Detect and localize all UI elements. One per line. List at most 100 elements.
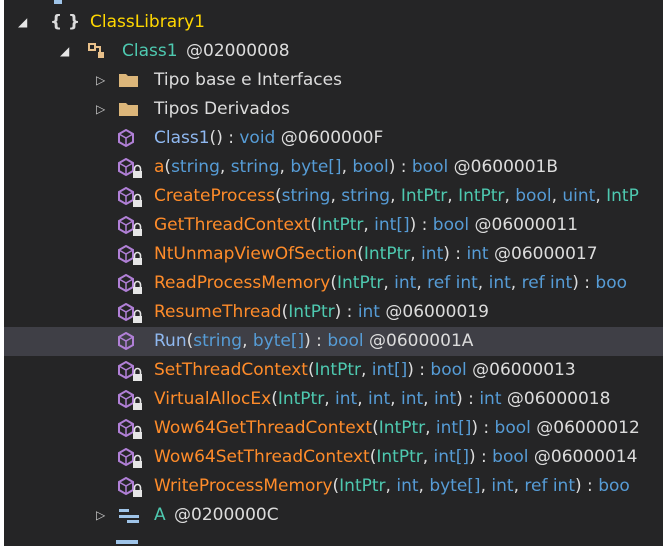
param-separator: ,	[595, 186, 607, 206]
param-separator: ,	[219, 157, 231, 177]
method-signature: ReadProcessMemory(IntPtr, int, ref int, …	[154, 269, 627, 298]
method-token: @0600001A	[363, 331, 474, 351]
paren-open: (	[357, 244, 364, 264]
paren-open: (	[372, 418, 379, 438]
tree-row-method[interactable]: Wow64GetThreadContext(IntPtr, int[]) : b…	[4, 414, 663, 443]
tree-row-method[interactable]: ResumeThread(IntPtr) : int @06000019	[4, 298, 663, 327]
paren-close: )	[443, 244, 450, 264]
param-type: IntPtr	[277, 389, 325, 409]
namespace-braces-icon: { }	[50, 12, 81, 32]
method-signature: NtUnmapViewOfSection(IntPtr, int) : int …	[154, 240, 598, 269]
private-method-icon	[118, 211, 142, 240]
tree-row-method[interactable]: Run(string, byte[]) : bool @0600001A	[4, 327, 663, 356]
tree-row-namespace[interactable]: ◢ { } ClassLibrary1	[4, 8, 663, 37]
return-type: int	[479, 389, 502, 409]
param-separator: ,	[324, 389, 336, 409]
tree-row-method[interactable]: CreateProcess(string, string, IntPtr, In…	[4, 182, 663, 211]
method-signature: GetThreadContext(IntPtr, int[]) : bool @…	[154, 211, 578, 240]
tree-row-method[interactable]: NtUnmapViewOfSection(IntPtr, int) : int …	[4, 240, 663, 269]
param-type: int[]	[371, 360, 408, 380]
method-token: @06000013	[466, 360, 576, 380]
return-type: int	[357, 302, 380, 322]
collapsed-arrow-icon[interactable]: ▷	[96, 95, 105, 124]
private-method-icon	[118, 356, 142, 385]
tree-row-nested-type[interactable]: ▷ A @0200000C	[4, 501, 663, 530]
param-type: string	[281, 186, 331, 206]
param-separator: ,	[390, 389, 401, 409]
folder-label: Tipos Derivados	[154, 99, 290, 119]
class-name: Class1	[122, 41, 178, 61]
return-type: bool	[492, 447, 529, 467]
paren-close: )	[407, 360, 414, 380]
return-type: bool	[411, 157, 449, 177]
return-separator: :	[578, 273, 596, 293]
return-separator: :	[416, 215, 433, 235]
collapsed-arrow-icon[interactable]: ▷	[96, 501, 105, 530]
param-separator: ,	[390, 186, 401, 206]
param-separator: ,	[510, 273, 522, 293]
nested-type-token: @0200000C	[174, 505, 279, 525]
param-type: int	[394, 273, 417, 293]
paren-close: )	[468, 447, 476, 467]
tree-row-method[interactable]: a(string, string, byte[], bool) : bool @…	[4, 153, 663, 182]
param-separator: ,	[360, 360, 372, 380]
method-signature: Wow64GetThreadContext(IntPtr, int[]) : b…	[154, 414, 640, 443]
expanded-arrow-icon[interactable]: ◢	[18, 8, 27, 37]
tree-row-method[interactable]: GetThreadContext(IntPtr, int[]) : bool @…	[4, 211, 663, 240]
param-separator: ,	[447, 186, 459, 206]
method-signature: SetThreadContext(IntPtr, int[]) : bool @…	[154, 356, 576, 385]
return-type: boo	[598, 476, 630, 496]
param-separator: ,	[242, 331, 253, 351]
param-type: IntPtr	[376, 447, 423, 467]
private-method-icon	[118, 182, 142, 211]
return-type: bool	[430, 360, 467, 380]
paren-open: (	[330, 273, 337, 293]
tree-row-class[interactable]: ◢ Class1 @02000008	[4, 37, 663, 66]
param-separator: ,	[425, 418, 436, 438]
tree-row-folder[interactable]: ▷ Tipo base e Interfaces	[4, 66, 663, 95]
method-name: WriteProcessMemory	[154, 476, 333, 496]
param-type: IntP	[606, 186, 639, 206]
method-signature: WriteProcessMemory(IntPtr, int, byte[], …	[154, 472, 630, 501]
param-separator: ,	[363, 215, 375, 235]
private-method-icon	[118, 414, 142, 443]
method-token: @0600001B	[448, 157, 558, 177]
tree-row-method[interactable]: ReadProcessMemory(IntPtr, int, ref int, …	[4, 269, 663, 298]
tree-row-method[interactable]: WriteProcessMemory(IntPtr, int, byte[], …	[4, 472, 663, 501]
tree-row-method[interactable]: Wow64SetThreadContext(IntPtr, int[]) : b…	[4, 443, 663, 472]
return-type: void	[239, 128, 276, 148]
method-name: VirtualAllocEx	[154, 389, 272, 409]
param-type: int	[433, 389, 457, 409]
tree-row-method[interactable]: VirtualAllocEx(IntPtr, int, int, int, in…	[4, 385, 663, 414]
tree-row-method[interactable]: Class1() : void @0600000F	[4, 124, 663, 153]
param-type: IntPtr	[458, 186, 505, 206]
param-type: IntPtr	[363, 244, 411, 264]
tree-row-folder[interactable]: ▷ Tipos Derivados	[4, 95, 663, 124]
paren-close: )	[575, 476, 582, 496]
paren-open: (	[310, 215, 317, 235]
param-type: IntPtr	[316, 215, 364, 235]
param-separator: ,	[410, 244, 422, 264]
return-separator: :	[475, 447, 493, 467]
folder-label: Tipo base e Interfaces	[154, 70, 342, 90]
param-type: string	[230, 157, 280, 177]
collapsed-arrow-icon[interactable]: ▷	[96, 66, 105, 95]
param-type: int	[400, 389, 424, 409]
method-name: NtUnmapViewOfSection	[154, 244, 358, 264]
paren-open: (	[271, 389, 278, 409]
method-token: @06000018	[501, 389, 611, 409]
method-signature: CreateProcess(string, string, IntPtr, In…	[154, 182, 639, 211]
method-name: ReadProcessMemory	[154, 273, 331, 293]
method-token: @06000012	[530, 418, 640, 438]
param-type: bool	[352, 157, 389, 177]
param-type: IntPtr	[378, 418, 426, 438]
param-separator: ,	[480, 476, 492, 496]
param-separator: ,	[551, 186, 563, 206]
namespace-label: ClassLibrary1	[90, 12, 205, 32]
nested-type-name: A	[154, 505, 166, 525]
folder-icon	[118, 66, 138, 95]
return-separator: :	[222, 128, 240, 148]
tree-row-method[interactable]: SetThreadContext(IntPtr, int[]) : bool @…	[4, 356, 663, 385]
param-type: ref int	[427, 273, 478, 293]
expanded-arrow-icon[interactable]: ◢	[60, 37, 69, 66]
